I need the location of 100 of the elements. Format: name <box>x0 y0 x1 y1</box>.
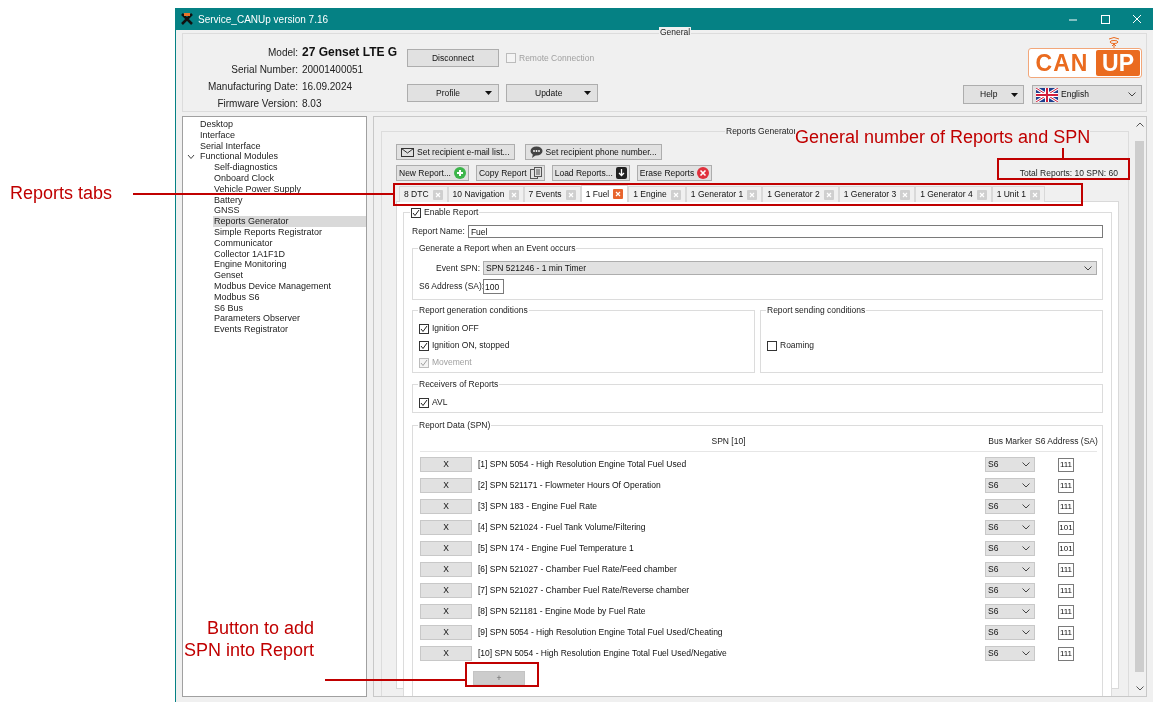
tree-item[interactable]: Serial Interface <box>199 140 366 152</box>
tree-item[interactable]: Simple Reports Registrator <box>213 226 366 238</box>
text-field[interactable]: 111 <box>1058 583 1074 598</box>
tree-item[interactable]: S6 Bus <box>213 302 366 314</box>
dropdown-button[interactable]: Profile <box>407 84 499 102</box>
dropdown[interactable]: S6 <box>985 499 1035 514</box>
dropdown[interactable]: S6 <box>985 541 1035 556</box>
remove-button[interactable]: X <box>420 499 472 514</box>
tab[interactable]: 1 Fuel <box>580 185 629 202</box>
tree-item[interactable]: Functional Modules <box>199 151 366 163</box>
tree-item[interactable]: Interface <box>199 129 366 141</box>
remove-button[interactable]: X <box>420 478 472 493</box>
dropdown-button[interactable]: Update <box>506 84 598 102</box>
button[interactable]: Disconnect <box>407 49 499 67</box>
text-field[interactable]: 111 <box>1058 478 1074 493</box>
field-label: Manufacturing Date: <box>206 80 298 94</box>
tree-item[interactable]: Reports Generator <box>213 216 366 227</box>
dropdown[interactable]: S6 <box>985 625 1035 640</box>
tree-item[interactable]: Vehicle Power Supply <box>213 183 366 195</box>
button[interactable]: Set recipient phone number... <box>524 144 662 160</box>
tree-item[interactable]: Genset <box>213 270 366 281</box>
group-label: Report sending conditions <box>766 305 867 316</box>
language-label: English <box>1061 88 1090 101</box>
tab[interactable]: 8 DTC <box>399 186 448 202</box>
tree-item[interactable]: Modbus S6 <box>213 291 366 303</box>
column-header: S6 Address (SA) <box>1035 435 1097 448</box>
tree-item[interactable]: Onboard Clock <box>213 173 366 184</box>
tab[interactable]: 7 Events <box>523 186 581 202</box>
tree-item[interactable]: Modbus Device Management <box>213 280 366 292</box>
button[interactable]: Copy Report <box>475 165 545 181</box>
logo-text: CAN <box>1034 49 1090 77</box>
text-field[interactable]: 111 <box>1058 604 1074 619</box>
remove-button[interactable]: X <box>420 604 472 619</box>
field-label: Event SPN: <box>435 261 481 275</box>
button[interactable]: Load Reports... <box>551 165 630 181</box>
button[interactable]: Set recipient e-mail list... <box>396 144 515 160</box>
text-field[interactable]: 111 <box>1058 457 1074 472</box>
tree-item[interactable]: Desktop <box>199 119 366 130</box>
column-header: SPN [10] <box>710 435 747 448</box>
text-field[interactable]: 101 <box>1058 520 1074 535</box>
annotation-label: General number of Reports and SPN <box>795 126 1091 148</box>
table-cell-text: [9] SPN 5054 - High Resolution Engine Total Fuel Used/Cheating <box>477 626 724 639</box>
dropdown[interactable]: S6 <box>985 457 1035 472</box>
window-title: Service_CANUp version 7.16 <box>198 12 329 27</box>
checkbox-label: AVL <box>432 396 448 409</box>
dropdown-button[interactable]: Help <box>963 85 1024 104</box>
field-label: Firmware Version: <box>216 97 298 111</box>
remove-button[interactable]: X <box>420 541 472 556</box>
dropdown[interactable]: S6 <box>985 646 1035 661</box>
text-field[interactable]: 100 <box>483 279 504 294</box>
tab[interactable]: 10 Navigation <box>447 186 524 202</box>
tree-item[interactable]: Engine Monitoring <box>213 259 366 271</box>
remove-button[interactable]: X <box>420 457 472 472</box>
tab[interactable]: 1 Generator 4 <box>915 186 992 202</box>
tree-item[interactable]: Communicator <box>213 237 366 249</box>
annotation-label: Reports tabs <box>10 182 113 204</box>
text-field[interactable]: 111 <box>1058 646 1074 661</box>
tab[interactable]: 1 Generator 3 <box>838 186 916 202</box>
checkbox-label: Roaming <box>780 339 815 352</box>
tab[interactable]: 1 Engine <box>628 186 686 202</box>
dropdown[interactable]: S6 <box>985 583 1035 598</box>
dropdown[interactable]: S6 <box>985 478 1035 493</box>
remove-button[interactable]: X <box>420 646 472 661</box>
button[interactable]: New Report... <box>396 165 469 181</box>
add-button[interactable]: + <box>473 671 525 685</box>
tree-item[interactable]: Collector 1A1F1D <box>213 248 366 260</box>
dropdown[interactable]: S6 <box>985 520 1035 535</box>
checkbox-label: Movement <box>432 356 472 369</box>
remove-button[interactable]: X <box>420 583 472 598</box>
field-value: 16.09.2024 <box>302 80 354 94</box>
table-cell-text: [8] SPN 521181 - Engine Mode by Fuel Rate <box>477 605 647 618</box>
dropdown[interactable]: S6 <box>985 604 1035 619</box>
table-cell-text: [3] SPN 183 - Engine Fuel Rate <box>477 500 599 513</box>
text-field[interactable]: 101 <box>1058 541 1074 556</box>
text-field[interactable]: Fuel <box>467 225 1103 238</box>
checkbox-label: Ignition ON, stopped <box>432 339 510 352</box>
tab[interactable]: 1 Unit 1 <box>991 186 1045 202</box>
remove-button[interactable]: X <box>420 562 472 577</box>
logo-text: UP <box>1096 50 1140 76</box>
tree-item[interactable]: GNSS <box>213 205 366 217</box>
tab[interactable]: 1 Generator 2 <box>762 186 839 202</box>
tab[interactable]: 1 Generator 1 <box>685 186 763 202</box>
text-field[interactable]: 111 <box>1058 562 1074 577</box>
group-label: General <box>659 27 692 38</box>
table-cell-text: [4] SPN 521024 - Fuel Tank Volume/Filtering <box>477 521 647 534</box>
text-field[interactable]: 111 <box>1058 499 1074 514</box>
remove-button[interactable]: X <box>420 625 472 640</box>
text-field[interactable]: 111 <box>1058 625 1074 640</box>
tree-item[interactable]: Battery <box>213 194 366 206</box>
button[interactable]: Erase Reports <box>636 165 713 181</box>
table-cell-text: [5] SPN 174 - Engine Fuel Temperature 1 <box>477 542 635 555</box>
language-dropdown[interactable]: English <box>1032 85 1142 104</box>
checkbox-label: Remote Connection <box>519 51 595 65</box>
tree-item[interactable]: Self-diagnostics <box>213 162 366 173</box>
dropdown[interactable]: S6 <box>985 562 1035 577</box>
group-label: Receivers of Reports <box>418 379 500 390</box>
tree-item[interactable]: Events Registrator <box>213 324 366 335</box>
tree-item[interactable]: Parameters Observer <box>213 313 366 325</box>
dropdown[interactable]: SPN 521246 - 1 min Timer <box>483 261 1097 275</box>
remove-button[interactable]: X <box>420 520 472 535</box>
